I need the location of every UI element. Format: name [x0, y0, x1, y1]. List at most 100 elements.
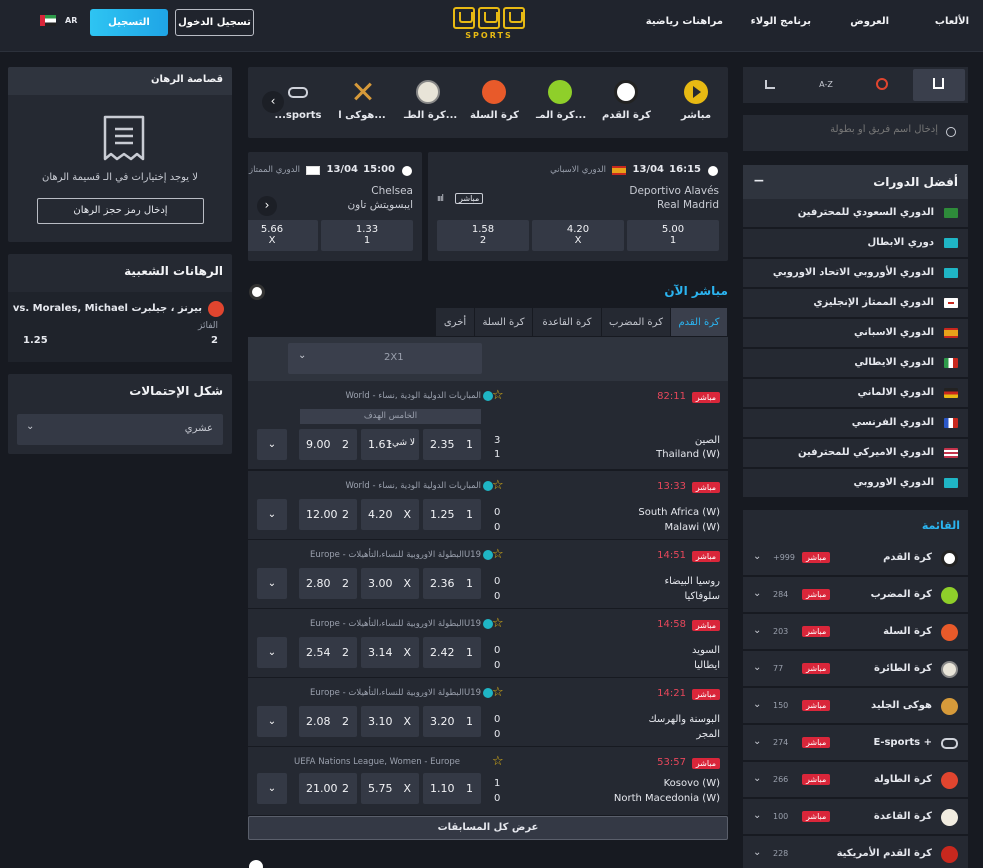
odd-button[interactable]: 1.25 1	[423, 499, 481, 530]
home-tab[interactable]	[913, 69, 965, 101]
league-item[interactable]: الدوري الالماني	[743, 379, 968, 408]
az-tab[interactable]: A-Z	[800, 69, 852, 101]
match-row[interactable]: مباشر 53:57 UEFA Nations League, Women -…	[248, 747, 728, 816]
nav-games[interactable]: الألعاب	[935, 16, 969, 27]
favorite-star-icon[interactable]: ☆	[492, 547, 504, 562]
match-row[interactable]: مباشر 13:33 المباريات الدولية الودية ,نس…	[248, 471, 728, 540]
expand-chevron-icon[interactable]: ⌄	[257, 706, 287, 737]
odd-button[interactable]: 1.58 2	[437, 220, 529, 251]
category-label: هوكى الجليد	[871, 700, 932, 711]
nav-sports-betting[interactable]: مراهنات رياضية	[646, 16, 723, 27]
sport-tab-volleyball[interactable]: كرة الطـ...	[404, 80, 457, 121]
odd-button[interactable]: 1.10 1	[423, 773, 481, 804]
collapse-icon[interactable]: −	[753, 173, 765, 189]
odd-button[interactable]: 4.20 X	[532, 220, 624, 251]
category-item[interactable]: كرة القاعدة مباشر 100 ⌄	[743, 799, 968, 835]
category-item[interactable]: هوكى الجليد مباشر 150 ⌄	[743, 688, 968, 724]
search-box[interactable]	[743, 115, 968, 151]
odd-button[interactable]: 5.66 X	[248, 220, 318, 251]
odd-button[interactable]: 12.00 2	[299, 499, 357, 530]
odds-format-select[interactable]: عشري ⌄	[17, 414, 223, 445]
match-row[interactable]: مباشر 14:21 U19البطولة الاوروبية للنساء،…	[248, 678, 728, 747]
sport-tab-tennis[interactable]: كرة المـ...	[536, 80, 586, 121]
odd-button[interactable]: 3.14 X	[361, 637, 419, 668]
featured-match-card[interactable]: 16:15 13/04 الدوري الاسباني Deportivo Al…	[428, 152, 728, 261]
match-row[interactable]: مباشر 82:11 المباريات الدولية الودية ,نس…	[248, 381, 728, 470]
favorite-star-icon[interactable]: ☆	[492, 478, 504, 493]
odd-button[interactable]: 1.61 لا شيء	[361, 429, 419, 460]
league-item[interactable]: الدوري الأوروبي الاتحاد الاوروبي	[743, 259, 968, 288]
favorite-star-icon[interactable]: ☆	[492, 616, 504, 631]
featured-match-card[interactable]: 15:00 13/04 الدوري الممتاز Chelsea ايبسو…	[248, 152, 422, 261]
search-input[interactable]	[758, 124, 938, 135]
login-button[interactable]: تسجيل الدخول	[175, 9, 254, 36]
top-leagues-header[interactable]: أفضل الدورات −	[743, 165, 968, 199]
odd-button[interactable]: 2.54 2	[299, 637, 357, 668]
sport-tab-esports[interactable]: ...sports	[274, 80, 322, 121]
expand-chevron-icon[interactable]: ⌄	[257, 429, 287, 460]
odd-button[interactable]: 9.00 2	[299, 429, 357, 460]
sport-tab-football[interactable]: كرة القدم	[602, 80, 651, 121]
nav-loyalty[interactable]: برنامج الولاء	[751, 16, 811, 27]
league-item[interactable]: الدوري الاسباني	[743, 319, 968, 348]
expand-chevron-icon[interactable]: ⌄	[257, 499, 287, 530]
odd-key: 2	[479, 235, 487, 246]
sport-tab-basketball[interactable]: كرة السلة	[470, 80, 519, 121]
league-item[interactable]: الدوري الممتاز الإنجليزي	[743, 289, 968, 318]
category-item[interactable]: كرة القدم مباشر +999 ⌄	[743, 540, 968, 576]
expand-chevron-icon[interactable]: ⌄	[257, 773, 287, 804]
odd-button[interactable]: 2.08 2	[299, 706, 357, 737]
match-row[interactable]: مباشر 14:51 U19البطولة الاوروبية للنساء،…	[248, 540, 728, 609]
odd-button[interactable]: 3.20 1	[423, 706, 481, 737]
odd-button[interactable]: 2.42 1	[423, 637, 481, 668]
nav-promotions[interactable]: العروض	[850, 16, 889, 27]
booking-code-button[interactable]: إدخال رمز حجز الرهان	[37, 198, 204, 224]
odd-button[interactable]: 3.10 X	[361, 706, 419, 737]
site-logo[interactable]: SPORTS	[451, 7, 527, 47]
category-item[interactable]: كرة الطائرة مباشر 77 ⌄	[743, 651, 968, 687]
favorite-star-icon[interactable]: ☆	[492, 754, 504, 769]
football-icon	[249, 860, 263, 868]
favorite-star-icon[interactable]: ☆	[492, 685, 504, 700]
language-selector[interactable]: AR	[40, 15, 77, 26]
stats-tab[interactable]	[745, 69, 797, 101]
chevron-right-icon[interactable]: ›	[257, 196, 277, 216]
live-tab[interactable]	[856, 69, 908, 101]
market-select[interactable]: 2X1 ⌄	[288, 343, 482, 374]
league-item[interactable]: الدوري الاميركي للمحترفين	[743, 439, 968, 468]
odd-button[interactable]: 2.35 1	[423, 429, 481, 460]
register-button[interactable]: التسجيل	[90, 9, 168, 36]
odd-button[interactable]: 3.00 X	[361, 568, 419, 599]
odd-button[interactable]: 2.80 2	[299, 568, 357, 599]
tab-tennis[interactable]: كرة المضرب	[602, 308, 671, 336]
expand-chevron-icon[interactable]: ⌄	[257, 568, 287, 599]
category-item[interactable]: E-sports + مباشر 274 ⌄	[743, 725, 968, 761]
favorite-star-icon[interactable]: ☆	[492, 388, 504, 403]
category-item[interactable]: كرة الطاولة مباشر 266 ⌄	[743, 762, 968, 798]
tab-other[interactable]: أخرى	[436, 308, 475, 336]
league-item[interactable]: الدوري الاوروبي	[743, 469, 968, 498]
tab-baseball[interactable]: كرة القاعدة	[533, 308, 602, 336]
odd-button[interactable]: 1.33 1	[321, 220, 413, 251]
odd-button[interactable]: 5.75 X	[361, 773, 419, 804]
odd-button[interactable]: 2.36 1	[423, 568, 481, 599]
league-item[interactable]: الدوري السعودي للمحترفين	[743, 199, 968, 228]
match-row[interactable]: مباشر 14:58 U19البطولة الاوروبية للنساء،…	[248, 609, 728, 678]
show-all-competitions-button[interactable]: عرض كل المسابقات	[248, 816, 728, 840]
odd-button[interactable]: 5.00 1	[627, 220, 719, 251]
category-item[interactable]: كرة القدم الأمريكية 228 ⌄	[743, 836, 968, 868]
odd-button[interactable]: 4.20 X	[361, 499, 419, 530]
league-item[interactable]: الدوري الايطالي	[743, 349, 968, 378]
category-item[interactable]: كرة المضرب مباشر 284 ⌄	[743, 577, 968, 613]
tab-football[interactable]: كرة القدم	[671, 308, 728, 336]
sport-tab-ice-hockey[interactable]: هوكى ا...	[338, 80, 386, 121]
tab-basketball[interactable]: كرة السلة	[475, 308, 533, 336]
expand-chevron-icon[interactable]: ⌄	[257, 637, 287, 668]
odd-key: X	[403, 646, 411, 659]
category-item[interactable]: كرة السلة مباشر 203 ⌄	[743, 614, 968, 650]
league-item[interactable]: دوري الابطال	[743, 229, 968, 258]
play-icon	[693, 86, 701, 98]
league-item[interactable]: الدوري الفرنسي	[743, 409, 968, 438]
odd-button[interactable]: 21.00 2	[299, 773, 357, 804]
sport-tab-live[interactable]: مباشر	[672, 80, 720, 121]
